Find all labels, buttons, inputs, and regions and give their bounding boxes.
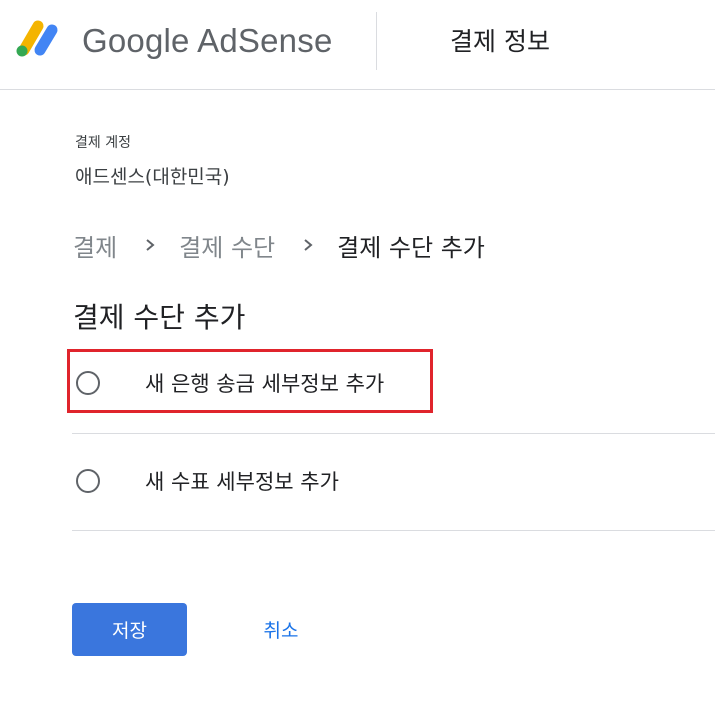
- save-button[interactable]: 저장: [72, 603, 187, 656]
- app-header: Google AdSense 결제 정보: [0, 0, 715, 90]
- section-title: 결제 수단 추가: [73, 301, 246, 334]
- breadcrumb-item-payments[interactable]: 결제: [73, 228, 117, 263]
- cancel-button[interactable]: 취소: [246, 603, 316, 656]
- option-divider: [72, 530, 715, 531]
- account-label: 결제 계정: [75, 135, 131, 151]
- option-label: 새 수표 세부정보 추가: [145, 470, 339, 494]
- highlight-box: [67, 349, 433, 413]
- breadcrumb: 결제 결제 수단 결제 수단 추가: [73, 228, 485, 262]
- radio-check[interactable]: [76, 469, 100, 493]
- account-value: 애드센스(대한민국): [75, 166, 230, 188]
- adsense-logo-icon: [16, 20, 58, 57]
- option-check[interactable]: 새 수표 세부정보 추가: [72, 434, 715, 531]
- breadcrumb-item-payment-methods[interactable]: 결제 수단: [179, 228, 275, 263]
- chevron-right-icon: [304, 239, 313, 251]
- breadcrumb-item-add-payment-method: 결제 수단 추가: [337, 233, 485, 262]
- chevron-right-icon: [146, 239, 155, 251]
- header-divider: [376, 12, 377, 70]
- page-header-title: 결제 정보: [450, 27, 550, 56]
- brand-name: Google AdSense: [82, 22, 333, 59]
